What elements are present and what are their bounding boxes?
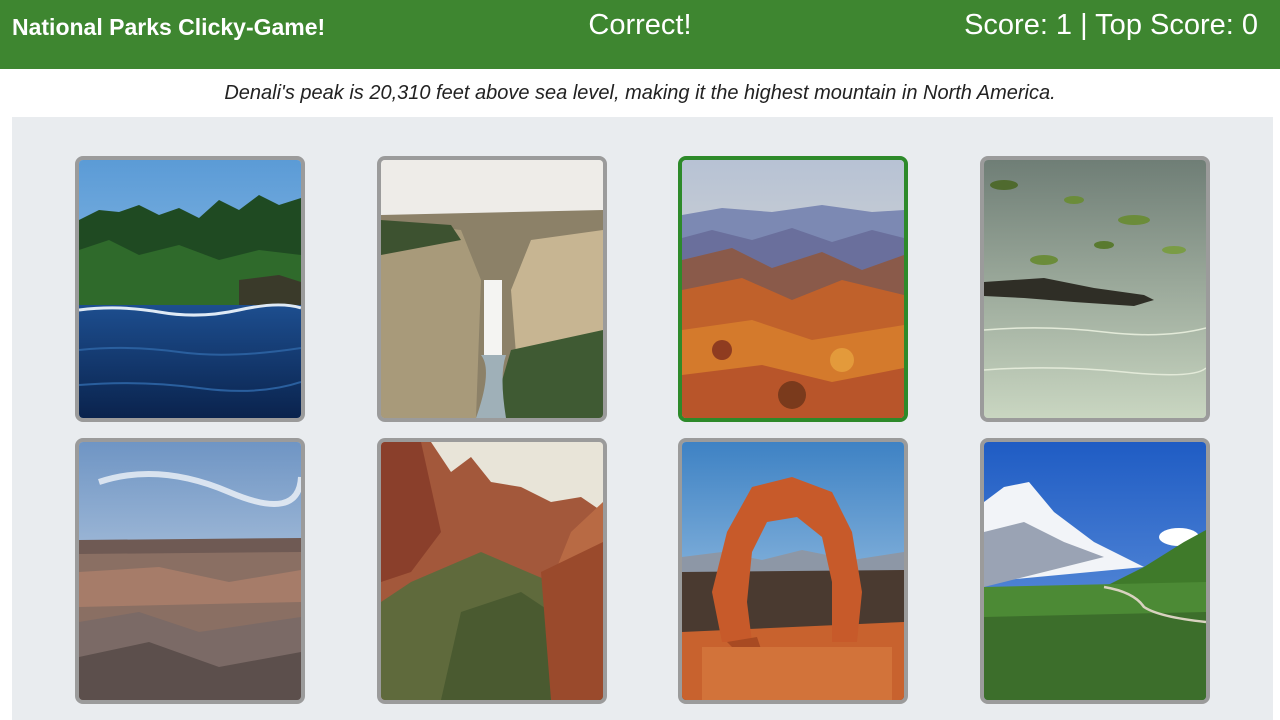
park-card[interactable]	[377, 156, 607, 422]
card-grid	[12, 117, 1273, 720]
park-card[interactable]	[75, 438, 305, 704]
lake-shore-photo-icon	[79, 160, 301, 418]
park-fact: Denali's peak is 20,310 feet above sea l…	[224, 82, 1056, 104]
snow-mountain-photo-icon	[984, 442, 1206, 700]
grand-canyon-photo-icon	[79, 442, 301, 700]
navbar: National Parks Clicky-Game! Correct! Sco…	[0, 0, 1280, 69]
autumn-mountains-photo-icon	[682, 160, 904, 418]
park-card[interactable]	[980, 156, 1210, 422]
park-card[interactable]	[377, 438, 607, 704]
park-card[interactable]	[980, 438, 1210, 704]
brand-title[interactable]: National Parks Clicky-Game!	[12, 14, 325, 41]
waterfall-canyon-photo-icon	[381, 160, 603, 418]
score-display: Score: 1 | Top Score: 0	[964, 9, 1258, 41]
park-card[interactable]	[678, 156, 908, 422]
park-card[interactable]	[75, 156, 305, 422]
red-canyon-photo-icon	[381, 442, 603, 700]
alligator-swamp-photo-icon	[984, 160, 1206, 418]
park-card[interactable]	[678, 438, 908, 704]
rock-arch-photo-icon	[682, 442, 904, 700]
